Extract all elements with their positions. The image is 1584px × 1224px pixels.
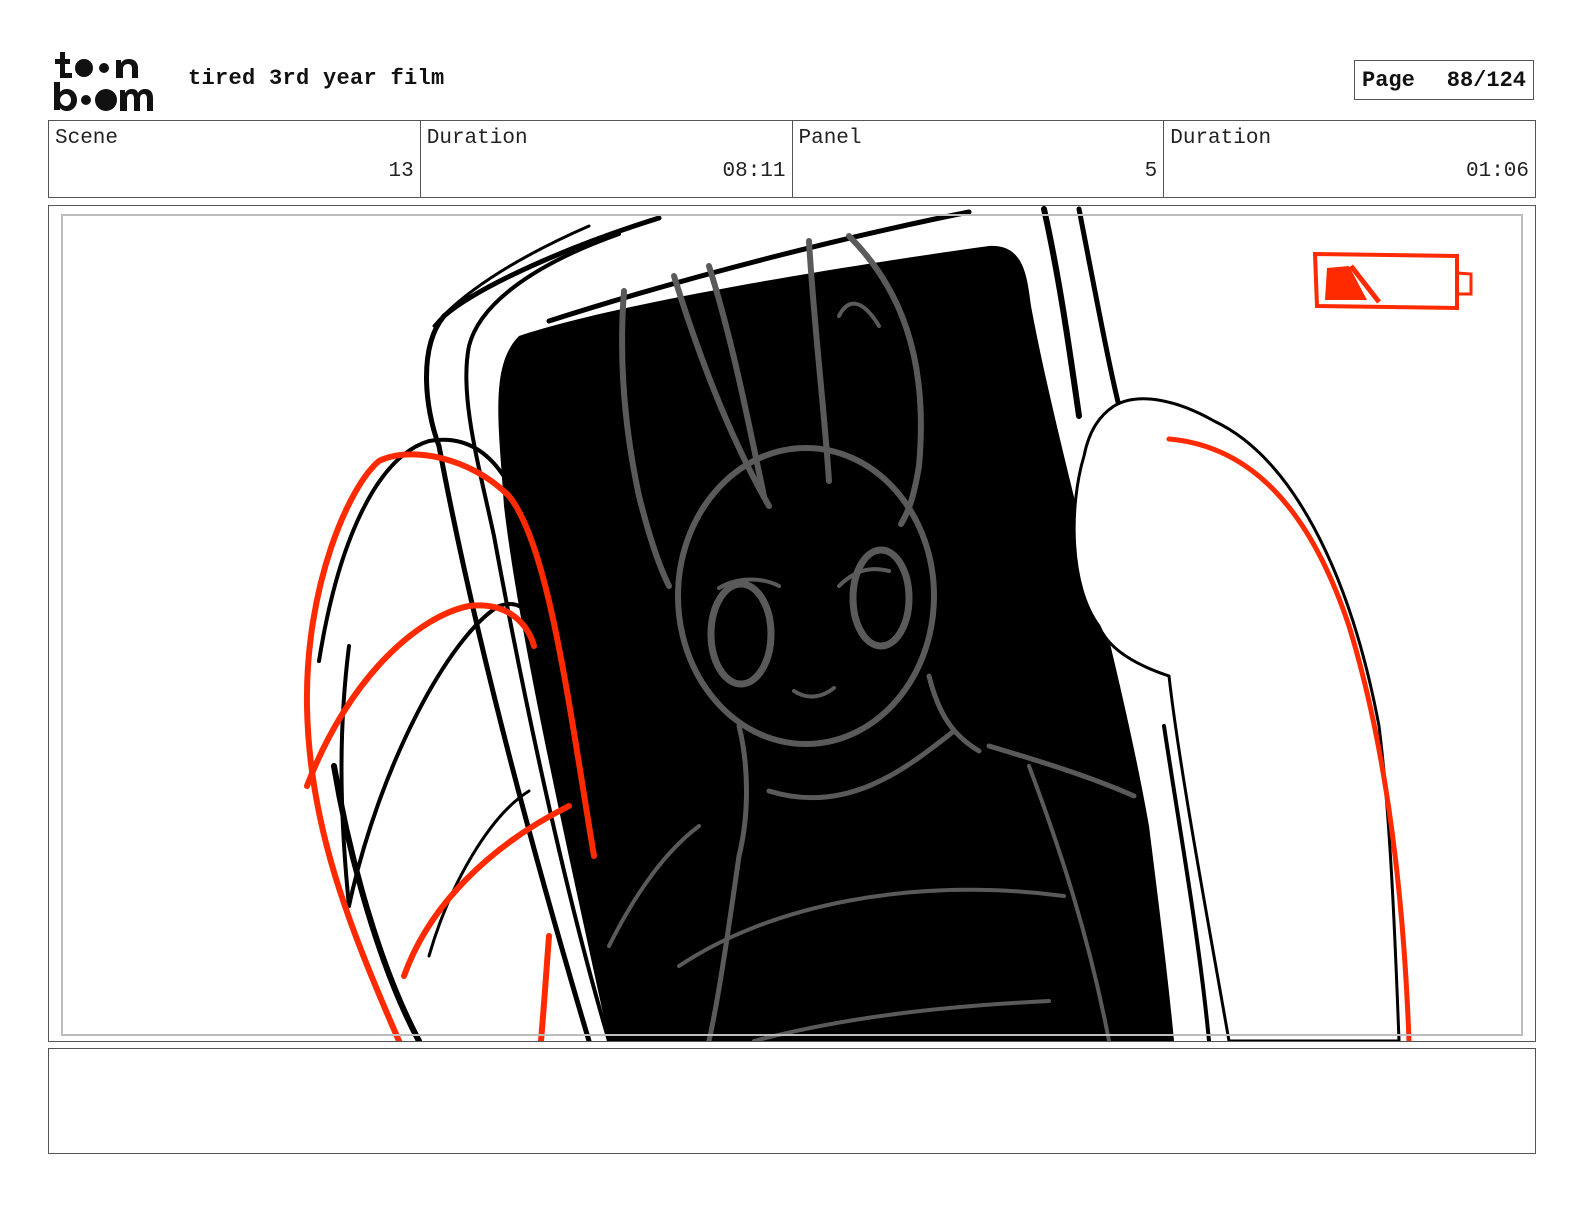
panel-info-table: Scene 13 Duration 08:11 Panel 5 Duration… [48, 120, 1536, 198]
page-number: 88/124 [1446, 67, 1526, 93]
scene-duration-label: Duration [426, 127, 528, 150]
panel-image-frame [48, 205, 1536, 1042]
storyboard-sketch [303, 206, 1473, 1041]
panel-notes-box [48, 1048, 1536, 1154]
panel-cell: Panel 5 [793, 121, 1165, 197]
toon-boom-logo [52, 50, 164, 112]
scene-cell: Scene 13 [49, 121, 421, 197]
scene-label: Scene [55, 127, 119, 150]
panel-duration-value: 01:06 [1465, 160, 1529, 183]
panel-label: Panel [798, 127, 862, 150]
page-indicator: Page 88/124 [1354, 60, 1534, 100]
project-title: tired 3rd year film [188, 66, 445, 91]
panel-duration-cell: Duration 01:06 [1164, 121, 1535, 197]
scene-duration-cell: Duration 08:11 [421, 121, 793, 197]
panel-value: 5 [1144, 160, 1158, 183]
page-label: Page [1362, 67, 1415, 93]
panel-duration-label: Duration [1170, 127, 1272, 150]
scene-value: 13 [388, 160, 414, 183]
scene-duration-value: 08:11 [722, 160, 786, 183]
battery-low-icon [1312, 251, 1473, 311]
